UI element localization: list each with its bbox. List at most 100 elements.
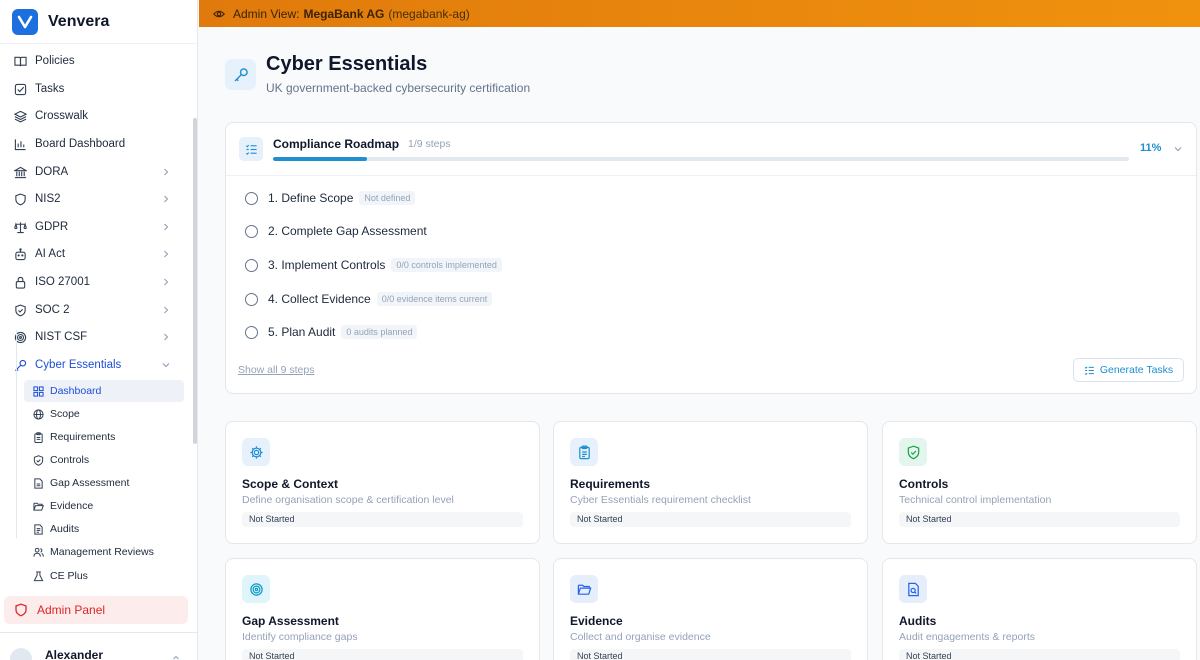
module-card-controls[interactable]: Controls Technical control implementatio… bbox=[882, 421, 1197, 544]
folder-icon bbox=[570, 575, 598, 603]
chevron-down-icon[interactable] bbox=[1172, 142, 1184, 154]
document-icon bbox=[32, 523, 44, 535]
roadmap-step[interactable]: 5. Plan Audit 0 audits planned bbox=[245, 323, 418, 341]
sidebar-item-policies[interactable]: Policies bbox=[0, 48, 190, 74]
admin-panel-button[interactable]: Admin Panel bbox=[4, 596, 188, 624]
roadmap-step[interactable]: 2. Complete Gap Assessment bbox=[245, 222, 427, 240]
document-search-icon bbox=[899, 575, 927, 603]
step-label: 3. Implement Controls bbox=[268, 258, 386, 272]
chevron-right-icon bbox=[160, 248, 172, 260]
card-description: Define organisation scope & certificatio… bbox=[242, 494, 454, 506]
radio-icon[interactable] bbox=[245, 258, 258, 272]
subitem-requirements[interactable]: Requirements bbox=[24, 426, 184, 448]
sidebar-item-label: AI Act bbox=[35, 248, 66, 260]
brand[interactable]: Venvera bbox=[0, 0, 197, 44]
shield-check-icon bbox=[899, 438, 927, 466]
lock-icon bbox=[13, 275, 27, 289]
roadmap-title: Compliance Roadmap bbox=[273, 137, 400, 151]
radio-icon[interactable] bbox=[245, 191, 258, 205]
subitem-controls[interactable]: Controls bbox=[24, 449, 184, 471]
sidebar-item-soc-2[interactable]: SOC 2 bbox=[0, 297, 190, 323]
grid-icon bbox=[32, 385, 44, 397]
card-title: Evidence bbox=[570, 614, 623, 628]
user-menu[interactable]: Alexander bbox=[0, 640, 197, 660]
subitem-gap-assessment[interactable]: Gap Assessment bbox=[24, 472, 184, 494]
globe-icon bbox=[32, 408, 44, 420]
sidebar-divider bbox=[0, 632, 197, 633]
sidebar-item-gdpr[interactable]: GDPR bbox=[0, 214, 190, 240]
subitem-audits[interactable]: Audits bbox=[24, 518, 184, 540]
subitem-scope[interactable]: Scope bbox=[24, 403, 184, 425]
shield-check-icon bbox=[13, 303, 27, 317]
subitem-management-reviews[interactable]: Management Reviews bbox=[24, 541, 184, 563]
list-check-icon bbox=[1084, 365, 1095, 376]
generate-tasks-button[interactable]: Generate Tasks bbox=[1073, 358, 1184, 382]
avatar bbox=[10, 648, 32, 660]
users-icon bbox=[32, 546, 44, 558]
submenu-rail bbox=[16, 330, 17, 538]
module-card-requirements[interactable]: Requirements Cyber Essentials requiremen… bbox=[553, 421, 868, 544]
sidebar-item-iso-27001[interactable]: ISO 27001 bbox=[0, 269, 190, 295]
generate-tasks-label: Generate Tasks bbox=[1099, 364, 1174, 376]
radio-icon[interactable] bbox=[245, 325, 258, 339]
status-badge: Not Started bbox=[242, 512, 523, 527]
chevron-right-icon bbox=[160, 221, 172, 233]
banner-slug: (megabank-ag) bbox=[388, 6, 470, 21]
sidebar-item-nist-csf[interactable]: NIST CSF bbox=[0, 324, 190, 350]
subitem-label: CE Plus bbox=[50, 570, 88, 582]
radio-icon[interactable] bbox=[245, 224, 258, 238]
sidebar-item-label: Board Dashboard bbox=[35, 138, 126, 150]
subitem-label: Evidence bbox=[50, 500, 94, 512]
chevron-down-icon bbox=[160, 359, 172, 371]
step-badge: 0 audits planned bbox=[341, 325, 418, 339]
subitem-label: Management Reviews bbox=[50, 546, 154, 558]
sidebar-item-tasks[interactable]: Tasks bbox=[0, 76, 190, 102]
step-label: 1. Define Scope bbox=[268, 191, 354, 205]
sidebar-item-cyber-essentials[interactable]: Cyber Essentials bbox=[0, 352, 190, 378]
sidebar-item-nis2[interactable]: NIS2 bbox=[0, 186, 190, 212]
chevron-right-icon bbox=[160, 304, 172, 316]
card-description: Identify compliance gaps bbox=[242, 631, 358, 643]
key-icon bbox=[225, 59, 256, 90]
subitem-ce-plus[interactable]: CE Plus bbox=[24, 565, 184, 587]
subitem-label: Audits bbox=[50, 523, 80, 535]
chevron-right-icon bbox=[160, 193, 172, 205]
sidebar-item-crosswalk[interactable]: Crosswalk bbox=[0, 103, 190, 129]
user-name: Alexander bbox=[45, 648, 104, 660]
module-card-gap-assessment[interactable]: Gap Assessment Identify compliance gaps … bbox=[225, 558, 540, 660]
sidebar-item-label: ISO 27001 bbox=[35, 276, 90, 288]
sidebar-item-board-dashboard[interactable]: Board Dashboard bbox=[0, 131, 190, 157]
subitem-label: Dashboard bbox=[50, 385, 102, 397]
clipboard-icon bbox=[32, 431, 44, 443]
sidebar-item-ai-act[interactable]: AI Act bbox=[0, 241, 190, 267]
module-card-evidence[interactable]: Evidence Collect and organise evidence N… bbox=[553, 558, 868, 660]
card-title: Requirements bbox=[570, 477, 651, 491]
show-all-steps-link[interactable]: Show all 9 steps bbox=[238, 364, 314, 376]
sidebar-item-label: Cyber Essentials bbox=[35, 359, 122, 371]
step-badge: Not defined bbox=[359, 191, 416, 205]
status-badge: Not Started bbox=[570, 512, 851, 527]
roadmap-step[interactable]: 1. Define Scope Not defined bbox=[245, 189, 416, 207]
list-check-icon bbox=[239, 137, 263, 161]
sidebar-scrollbar[interactable] bbox=[193, 118, 197, 444]
subitem-evidence[interactable]: Evidence bbox=[24, 495, 184, 517]
clipboard-icon bbox=[570, 438, 598, 466]
card-description: Audit engagements & reports bbox=[899, 631, 1035, 643]
eye-icon bbox=[213, 8, 225, 20]
card-title: Scope & Context bbox=[242, 477, 339, 491]
book-icon bbox=[13, 54, 27, 68]
module-card-audits[interactable]: Audits Audit engagements & reports Not S… bbox=[882, 558, 1197, 660]
roadmap-step[interactable]: 3. Implement Controls 0/0 controls imple… bbox=[245, 256, 502, 274]
bar-chart-icon bbox=[13, 137, 27, 151]
sidebar-item-label: NIST CSF bbox=[35, 331, 88, 343]
roadmap-step[interactable]: 4. Collect Evidence 0/0 evidence items c… bbox=[245, 290, 493, 308]
chevron-right-icon bbox=[160, 276, 172, 288]
subitem-label: Controls bbox=[50, 454, 90, 466]
subitem-dashboard[interactable]: Dashboard bbox=[24, 380, 184, 402]
admin-view-banner: Admin View: MegaBank AG (megabank-ag) bbox=[199, 0, 1200, 27]
module-card-scope[interactable]: Scope & Context Define organisation scop… bbox=[225, 421, 540, 544]
radio-icon[interactable] bbox=[245, 292, 258, 306]
sidebar-item-label: Tasks bbox=[35, 83, 65, 95]
sidebar-item-dora[interactable]: DORA bbox=[0, 159, 190, 185]
layers-icon bbox=[13, 109, 27, 123]
